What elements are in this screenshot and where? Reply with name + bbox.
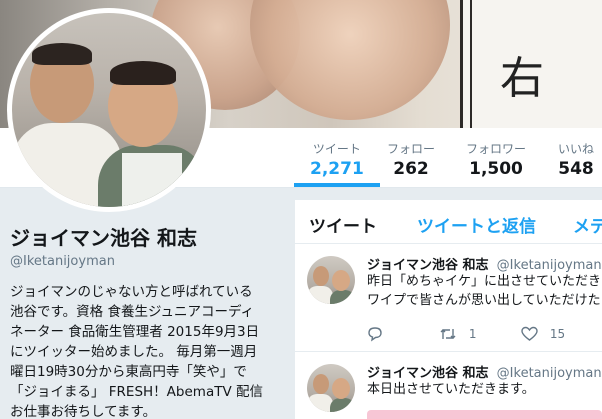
like-button[interactable]: 15 [521, 326, 565, 342]
tab-tweets[interactable]: ツイート [309, 212, 377, 237]
stat-followers[interactable]: フォロワー 1,500 [466, 140, 526, 179]
timeline: ツイート ツイートと返信 メディア ジョイマン池谷 和志 @Iketanijoy… [295, 200, 602, 419]
retweet-button[interactable]: 1 [439, 326, 476, 342]
bio-line: にツイッター始めました。 毎月第一週月 [10, 344, 258, 360]
tweet-avatar[interactable] [307, 364, 355, 412]
bio-line: ネーター 食品衛生管理者 2015年9月3日 [10, 324, 260, 340]
timeline-tabs: ツイート ツイートと返信 メディア [295, 200, 602, 244]
tweet-text-line: 本日出させていただきます。 [367, 382, 535, 397]
tweet-text-line: ワイプで皆さんが思い出していただけたら [367, 293, 602, 308]
tweet-item[interactable]: ジョイマン池谷 和志 @Iketanijoyman 昨日「めちゃイケ」に出させて… [295, 244, 602, 352]
bio-line: 曜日19時30分から東高円寺「笑や」で [10, 364, 247, 380]
tweet-header: ジョイマン池谷 和志 @Iketanijoyman [367, 254, 602, 273]
avatar-photo [12, 13, 206, 207]
stat-tweets-label: ツイート [312, 142, 361, 156]
stat-following-label: フォロー [387, 142, 436, 156]
tweet-avatar[interactable] [307, 256, 355, 304]
reply-button[interactable] [367, 326, 383, 342]
stat-likes[interactable]: いいね 548 [558, 140, 594, 179]
profile-name[interactable]: ジョイマン池谷 和志 [10, 222, 197, 251]
tweet-header: ジョイマン池谷 和志 @Iketanijoyman [367, 362, 602, 381]
bio-line: 池谷です。資格 食養生ジュニアコーディ [10, 304, 255, 320]
retweet-icon [440, 329, 456, 339]
bio-line: 「ジョイまる」 FRESH！AbemaTV 配信 [10, 384, 263, 400]
stat-following-value: 262 [393, 159, 429, 179]
profile-page: 右 ツイート 2,271 フォロー 262 フォロワー 1,500 いいね 54… [0, 0, 602, 419]
profile-handle[interactable]: @Iketanijoyman [10, 254, 115, 269]
profile-sidebar: ジョイマン池谷 和志 @Iketanijoyman ジョイマンのじゃない方と呼ば… [0, 188, 290, 419]
profile-bio: ジョイマンのじゃない方と呼ばれている 池谷です。資格 食養生ジュニアコーディ ネ… [10, 282, 270, 419]
bio-line: ジョイマンのじゃない方と呼ばれている [10, 284, 253, 300]
tweet-media-preview[interactable] [367, 410, 602, 419]
tweet-item[interactable]: ジョイマン池谷 和志 @Iketanijoyman 本日出させていただきます。 [295, 352, 602, 419]
like-count: 15 [549, 327, 566, 341]
tab-media[interactable]: メディア [573, 212, 602, 237]
retweet-count: 1 [468, 327, 477, 341]
tweet-author-handle[interactable]: @Iketanijoyman [497, 258, 602, 273]
stat-tweets-value: 2,271 [310, 159, 364, 179]
tweet-author-name[interactable]: ジョイマン池谷 和志 [367, 258, 489, 273]
stat-likes-value: 548 [558, 159, 594, 179]
stat-likes-label: いいね [558, 142, 595, 156]
profile-avatar[interactable] [7, 8, 211, 212]
tweet-author-handle[interactable]: @Iketanijoyman [497, 366, 602, 381]
tab-tweets-and-replies[interactable]: ツイートと返信 [417, 212, 536, 237]
banner-board-char: 右 [500, 53, 544, 104]
stat-followers-value: 1,500 [469, 159, 523, 179]
tweet-text: 本日出させていただきます。 [367, 380, 535, 399]
tweet-author-name[interactable]: ジョイマン池谷 和志 [367, 366, 489, 381]
reply-icon [368, 327, 382, 342]
stat-tweets[interactable]: ツイート 2,271 [294, 140, 380, 187]
stat-followers-label: フォロワー [466, 142, 527, 156]
tweet-text-line: 昨日「めちゃイケ」に出させていただきました。 [367, 274, 602, 289]
bio-line: お仕事お待ちしてます。 [10, 404, 157, 419]
stat-following[interactable]: フォロー 262 [387, 140, 435, 179]
like-icon [521, 326, 538, 341]
tweet-text: 昨日「めちゃイケ」に出させていただきました。 ワイプで皆さんが思い出していただけ… [367, 272, 602, 310]
